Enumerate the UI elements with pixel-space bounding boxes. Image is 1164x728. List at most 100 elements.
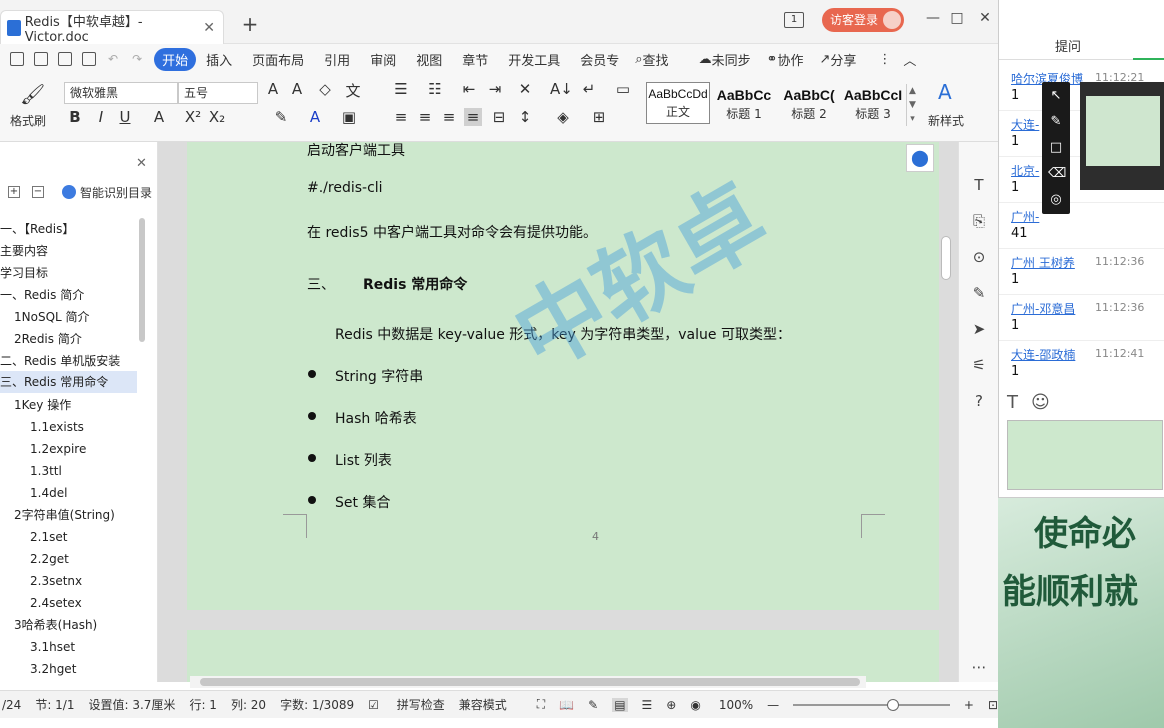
distribute-icon[interactable]: ⊟ xyxy=(490,108,508,126)
expand-all-icon[interactable]: + xyxy=(8,186,20,198)
justify-icon[interactable]: ≡ xyxy=(464,108,482,126)
toc-item[interactable]: 1.4del xyxy=(30,482,67,504)
decrease-font-icon[interactable]: A xyxy=(288,80,306,98)
toc-item[interactable]: 主要内容 xyxy=(0,240,48,262)
adjust-tool-icon[interactable]: ⚟ xyxy=(969,356,989,376)
horizontal-scrollbar[interactable] xyxy=(190,676,866,688)
toc-item[interactable]: 2.1set xyxy=(30,526,67,548)
text-format-icon[interactable]: T xyxy=(1007,392,1018,413)
read-mode-icon[interactable]: 📖 xyxy=(559,698,574,712)
chinese-layout-icon[interactable]: ✕ xyxy=(516,80,534,98)
strikethrough-icon[interactable]: A xyxy=(150,108,168,126)
align-left-icon[interactable]: ≡ xyxy=(392,108,410,126)
tab-view[interactable]: 视图 xyxy=(416,50,442,69)
zoom-out-icon[interactable]: — xyxy=(767,698,779,712)
location-pin-icon[interactable]: ⬤ xyxy=(906,144,934,172)
toc-item-selected[interactable]: 三、Redis 常用命令 xyxy=(0,371,137,393)
eye-protect-icon[interactable]: ◉ xyxy=(690,698,700,712)
toc-item[interactable]: 1NoSQL 简介 xyxy=(14,306,90,328)
toc-item[interactable]: 一、Redis 简介 xyxy=(0,284,84,306)
close-sidebar-icon[interactable]: ✕ xyxy=(136,156,147,171)
toc-item[interactable]: 1.1exists xyxy=(30,416,84,438)
close-window-button[interactable]: ✕ xyxy=(974,10,996,30)
zoom-slider-handle[interactable] xyxy=(887,698,900,711)
document-tab[interactable]: Redis【中软卓越】-Victor.doc ✕ xyxy=(0,10,224,45)
style-normal[interactable]: AaBbCcDd 正文 xyxy=(646,82,710,124)
maximize-button[interactable]: □ xyxy=(946,10,968,30)
table-tools-icon[interactable]: ▭ xyxy=(614,80,632,98)
line-spacing-icon[interactable]: ↕ xyxy=(516,108,534,126)
style-heading-2[interactable]: AaBbC( 标题 2 xyxy=(778,82,840,124)
underline-icon[interactable]: U xyxy=(116,108,134,126)
save-icon[interactable] xyxy=(34,52,48,66)
chat-sender[interactable]: 广州- xyxy=(1011,208,1039,225)
increase-indent-icon[interactable]: ⇥ xyxy=(486,80,504,98)
rectangle-tool-icon[interactable]: □ xyxy=(1048,140,1064,156)
chat-sender[interactable]: 大连-邵政楠 xyxy=(1011,346,1075,363)
tab-references[interactable]: 引用 xyxy=(324,50,350,69)
emoji-icon[interactable]: ☺ xyxy=(1031,392,1050,413)
increase-font-icon[interactable]: A xyxy=(264,80,282,98)
new-tab-button[interactable]: + xyxy=(240,12,260,36)
toc-item[interactable]: 3.2hget xyxy=(30,658,76,680)
menu-toggle-icon[interactable] xyxy=(10,52,24,66)
review-tool-icon[interactable]: ⊙ xyxy=(969,248,989,268)
print-preview-icon[interactable] xyxy=(82,52,96,66)
clear-format-icon[interactable]: ◇ xyxy=(316,80,334,98)
sync-button[interactable]: ☁ 未同步 xyxy=(699,50,751,69)
write-mode-icon[interactable]: ✎ xyxy=(588,698,598,712)
italic-icon[interactable]: I xyxy=(92,108,110,126)
collapse-all-icon[interactable]: − xyxy=(32,186,44,198)
char-border-icon[interactable]: ▣ xyxy=(340,108,358,126)
undo-icon[interactable]: ↶ xyxy=(108,52,118,66)
tab-review[interactable]: 审阅 xyxy=(370,50,396,69)
chat-sender[interactable]: 大连- xyxy=(1011,116,1039,133)
font-size-select[interactable]: 五号 xyxy=(178,82,258,104)
zoom-slider[interactable] xyxy=(793,698,950,711)
toc-item[interactable]: 一、【Redis】 xyxy=(0,218,74,240)
select-tool-icon[interactable]: ➤ xyxy=(969,320,989,340)
bold-icon[interactable]: B xyxy=(66,108,84,126)
highlight-icon[interactable]: ✎ xyxy=(272,108,290,126)
chat-sender[interactable]: 广州-邓意昌 xyxy=(1011,300,1075,317)
zoom-level[interactable]: 100% xyxy=(719,698,753,712)
subscript-icon[interactable]: X₂ xyxy=(208,108,226,126)
toc-item[interactable]: 2.4setex xyxy=(30,592,82,614)
toc-item[interactable]: 1.2expire xyxy=(30,438,86,460)
toc-item[interactable]: 二、Redis 单机版安装 xyxy=(0,350,120,372)
collab-button[interactable]: ⚭ 协作 xyxy=(767,50,804,69)
format-painter-label[interactable]: 格式刷 xyxy=(10,112,46,129)
share-button[interactable]: ↗ 分享 xyxy=(820,50,857,69)
redo-icon[interactable]: ↷ xyxy=(132,52,142,66)
status-page[interactable]: /24 xyxy=(2,698,21,712)
numbered-list-icon[interactable]: ☷ xyxy=(426,80,444,98)
status-wordcount[interactable]: 字数: 1/3089 xyxy=(280,696,354,713)
spellcheck-button[interactable]: ☑ 拼写检查 xyxy=(368,696,445,713)
document-page-next[interactable] xyxy=(187,630,939,682)
sort-icon[interactable]: A↓ xyxy=(550,80,573,98)
page-view-icon[interactable]: ▤ xyxy=(612,697,628,712)
tab-member[interactable]: 会员专 xyxy=(580,50,619,69)
superscript-icon[interactable]: X² xyxy=(184,108,202,126)
fit-page-icon[interactable]: ⊡ xyxy=(988,698,998,712)
sidebar-scrollbar[interactable] xyxy=(139,218,145,342)
more-icon[interactable]: ⋮ xyxy=(878,52,891,67)
pen-tool-icon[interactable]: ✎ xyxy=(969,284,989,304)
tab-start[interactable]: 开始 xyxy=(154,47,197,71)
eraser-tool-icon[interactable]: ⌫ xyxy=(1048,166,1066,182)
more-tools-icon[interactable]: ⋯ xyxy=(969,658,989,678)
tab-section[interactable]: 章节 xyxy=(462,50,488,69)
document-area[interactable]: 启动客户端工具 #./redis-cli 在 redis5 中客户端工具对命令会… xyxy=(158,142,958,682)
toc-item[interactable]: 3.1hset xyxy=(30,636,75,658)
toc-item[interactable]: 2字符串值(String) xyxy=(14,504,115,526)
zoom-in-icon[interactable]: + xyxy=(964,698,974,712)
web-view-icon[interactable]: ⊕ xyxy=(666,698,676,712)
font-name-select[interactable]: 微软雅黑 xyxy=(64,82,178,104)
font-color-icon[interactable]: A xyxy=(306,108,324,126)
search-button[interactable]: ⌕ 查找 xyxy=(635,50,668,69)
tab-developer[interactable]: 开发工具 xyxy=(508,50,560,69)
toc-item[interactable]: 2Redis 简介 xyxy=(14,328,82,350)
minimize-button[interactable]: — xyxy=(922,10,944,30)
toc-item[interactable]: 1.3ttl xyxy=(30,460,62,482)
style-heading-1[interactable]: AaBbCc 标题 1 xyxy=(712,82,776,124)
